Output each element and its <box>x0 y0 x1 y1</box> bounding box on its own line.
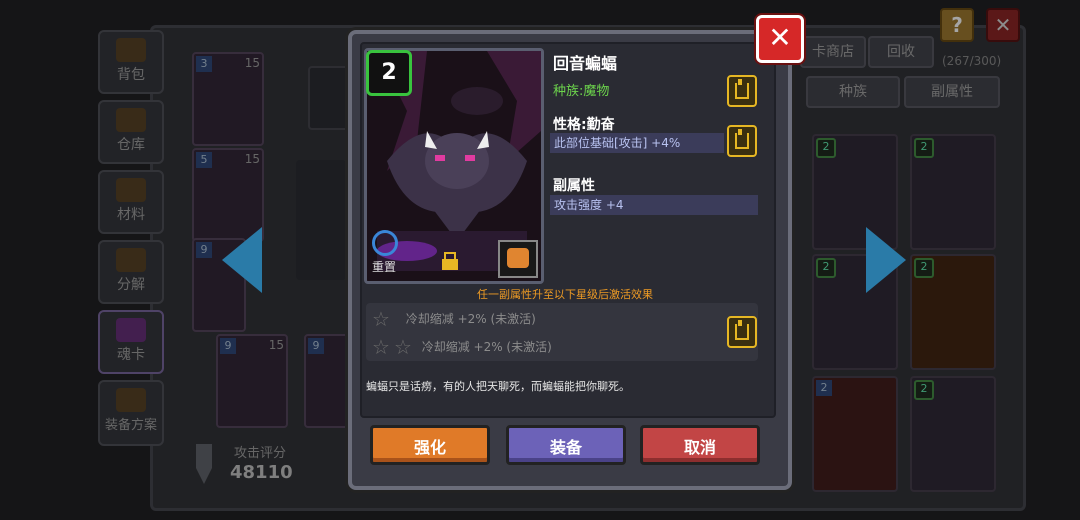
star-effect-row: ☆ ☆ 冷却缩减 +2% (未激活) <box>372 337 552 357</box>
trait-title: 性格:勤奋 <box>553 117 615 133</box>
lock-icon[interactable] <box>440 252 460 270</box>
close-button[interactable]: ✕ <box>756 15 804 63</box>
star-effects-panel: ☆ 冷却缩减 +2% (未激活) ☆ ☆ 冷却缩减 +2% (未激活) <box>366 303 758 361</box>
card-level-badge: 2 <box>366 50 412 96</box>
card-description: 蝙蝠只是话痨，有的人把天聊死，而蝙蝠能把你聊死。 <box>366 380 630 393</box>
cancel-label: 取消 <box>683 438 716 457</box>
race-lock-button[interactable] <box>727 75 757 107</box>
star-effect-row: ☆ 冷却缩减 +2% (未激活) <box>372 309 536 329</box>
star-icon: ☆ <box>372 335 390 359</box>
star-effect-text: 冷却缩减 +2% (未激活) <box>421 339 552 354</box>
upgrade-label: 强化 <box>413 438 446 457</box>
star-icon: ☆ <box>393 335 412 359</box>
star-icon: ☆ <box>372 307 390 331</box>
cat-face-icon <box>498 240 538 278</box>
reset-label: 重置 <box>372 260 397 274</box>
card-race: 种族:魔物 <box>553 84 610 99</box>
close-icon: ✕ <box>768 21 792 54</box>
sub-attribute-lock-button[interactable] <box>727 316 757 348</box>
reset-icon[interactable] <box>372 230 398 256</box>
sub-attribute-title: 副属性 <box>553 178 595 194</box>
activation-hint: 任一副属性升至以下星级后激活效果 <box>477 288 653 301</box>
equip-label: 装备 <box>549 438 582 457</box>
star-effect-text: 冷却缩减 +2% (未激活) <box>405 311 536 326</box>
card-name: 回音蝙蝠 <box>553 54 618 73</box>
trait-lock-button[interactable] <box>727 125 757 157</box>
sub-attribute-effect: 攻击强度 +4 <box>550 195 758 215</box>
upgrade-button[interactable]: 强化 <box>370 425 490 465</box>
equip-button[interactable]: 装备 <box>506 425 626 465</box>
card-level-value: 2 <box>381 60 397 85</box>
cancel-button[interactable]: 取消 <box>640 425 760 465</box>
trait-effect: 此部位基础[攻击] +4% <box>550 133 724 153</box>
